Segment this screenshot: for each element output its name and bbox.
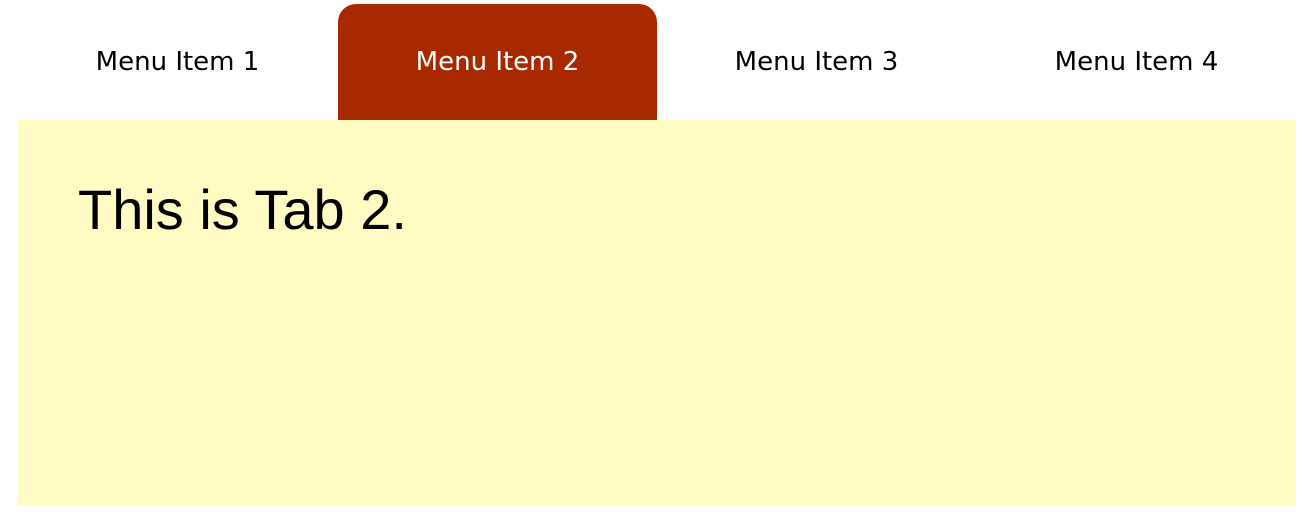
tab-menu-item-4[interactable]: Menu Item 4 — [977, 4, 1296, 120]
tab-menu-item-2[interactable]: Menu Item 2 — [338, 4, 657, 120]
tab-label: Menu Item 3 — [734, 47, 899, 77]
tab-panel: This is Tab 2. — [18, 120, 1296, 505]
tab-panel-text: This is Tab 2. — [78, 178, 407, 241]
tab-menu-item-1[interactable]: Menu Item 1 — [18, 4, 337, 120]
tab-label: Menu Item 2 — [415, 47, 580, 77]
tab-label: Menu Item 4 — [1054, 47, 1219, 77]
tab-menu-item-3[interactable]: Menu Item 3 — [657, 4, 976, 120]
tab-bar: Menu Item 1 Menu Item 2 Menu Item 3 Menu… — [18, 0, 1296, 120]
tab-label: Menu Item 1 — [95, 47, 260, 77]
